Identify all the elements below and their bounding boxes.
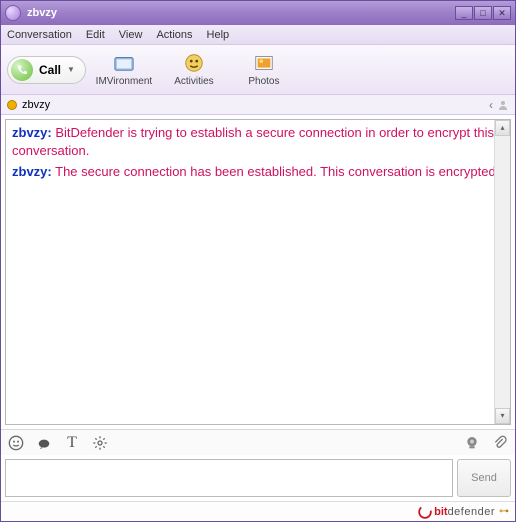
attach-icon[interactable] xyxy=(491,434,509,452)
app-window: zbvzy _ □ ✕ Conversation Edit View Actio… xyxy=(0,0,516,522)
app-icon xyxy=(5,5,21,21)
key-icon: ⊶ xyxy=(499,506,509,517)
window-controls: _ □ ✕ xyxy=(454,6,511,20)
call-label: Call xyxy=(39,63,61,77)
bitdefender-logo-icon xyxy=(418,505,432,519)
toolbar: Call ▼ IMVironment Activities Photos xyxy=(1,45,515,95)
brand-bar: bitdefender ⊶ xyxy=(1,501,515,521)
menu-actions[interactable]: Actions xyxy=(156,29,192,41)
menu-conversation[interactable]: Conversation xyxy=(7,29,72,41)
chat-area[interactable]: zbvzy: BitDefender is trying to establis… xyxy=(5,119,511,425)
message-input[interactable] xyxy=(5,459,453,497)
activities-label: Activities xyxy=(174,76,213,87)
chat-message: zbvzy: BitDefender is trying to establis… xyxy=(12,124,504,159)
brand-prefix: bit xyxy=(434,506,447,518)
status-away-icon xyxy=(7,100,17,110)
send-button[interactable]: Send xyxy=(457,459,511,497)
message-body: The secure connection has been establish… xyxy=(55,164,499,179)
buzz-icon[interactable] xyxy=(35,434,53,452)
activities-icon xyxy=(183,52,205,74)
maximize-button[interactable]: □ xyxy=(474,6,492,20)
phone-icon xyxy=(11,59,33,81)
titlebar[interactable]: zbvzy _ □ ✕ xyxy=(1,1,515,25)
chat-area-wrap: zbvzy: BitDefender is trying to establis… xyxy=(1,115,515,429)
call-button[interactable]: Call ▼ xyxy=(7,56,86,84)
contact-bar: zbvzy ‹ xyxy=(1,95,515,115)
window-title: zbvzy xyxy=(27,7,454,19)
message-sender: zbvzy: xyxy=(12,164,52,179)
menu-view[interactable]: View xyxy=(119,29,143,41)
text-format-icon[interactable]: T xyxy=(63,434,81,452)
menubar: Conversation Edit View Actions Help xyxy=(1,25,515,45)
message-sender: zbvzy: xyxy=(12,125,52,140)
format-bar: T xyxy=(1,429,515,455)
activities-button[interactable]: Activities xyxy=(162,52,226,87)
minimize-button[interactable]: _ xyxy=(455,6,473,20)
settings-gear-icon[interactable] xyxy=(91,434,109,452)
imvironment-label: IMVironment xyxy=(96,76,153,87)
scroll-down-icon[interactable]: ▾ xyxy=(495,408,510,424)
photos-button[interactable]: Photos xyxy=(232,52,296,87)
person-icon[interactable] xyxy=(497,99,509,111)
imvironment-icon xyxy=(113,52,135,74)
emoticon-icon[interactable] xyxy=(7,434,25,452)
menu-edit[interactable]: Edit xyxy=(86,29,105,41)
chevron-left-icon[interactable]: ‹ xyxy=(489,98,493,112)
brand-suffix: defender xyxy=(448,506,495,518)
compose-row: Send xyxy=(1,455,515,501)
photos-label: Photos xyxy=(248,76,279,87)
scroll-up-icon[interactable]: ▴ xyxy=(495,120,510,136)
chat-message: zbvzy: The secure connection has been es… xyxy=(12,163,504,181)
menu-help[interactable]: Help xyxy=(207,29,230,41)
imvironment-button[interactable]: IMVironment xyxy=(92,52,156,87)
photos-icon xyxy=(253,52,275,74)
message-body: BitDefender is trying to establish a sec… xyxy=(12,125,494,158)
chevron-down-icon: ▼ xyxy=(67,65,75,74)
webcam-icon[interactable] xyxy=(463,434,481,452)
scrollbar[interactable]: ▴ ▾ xyxy=(494,120,510,424)
contact-name: zbvzy xyxy=(22,99,50,111)
close-button[interactable]: ✕ xyxy=(493,6,511,20)
